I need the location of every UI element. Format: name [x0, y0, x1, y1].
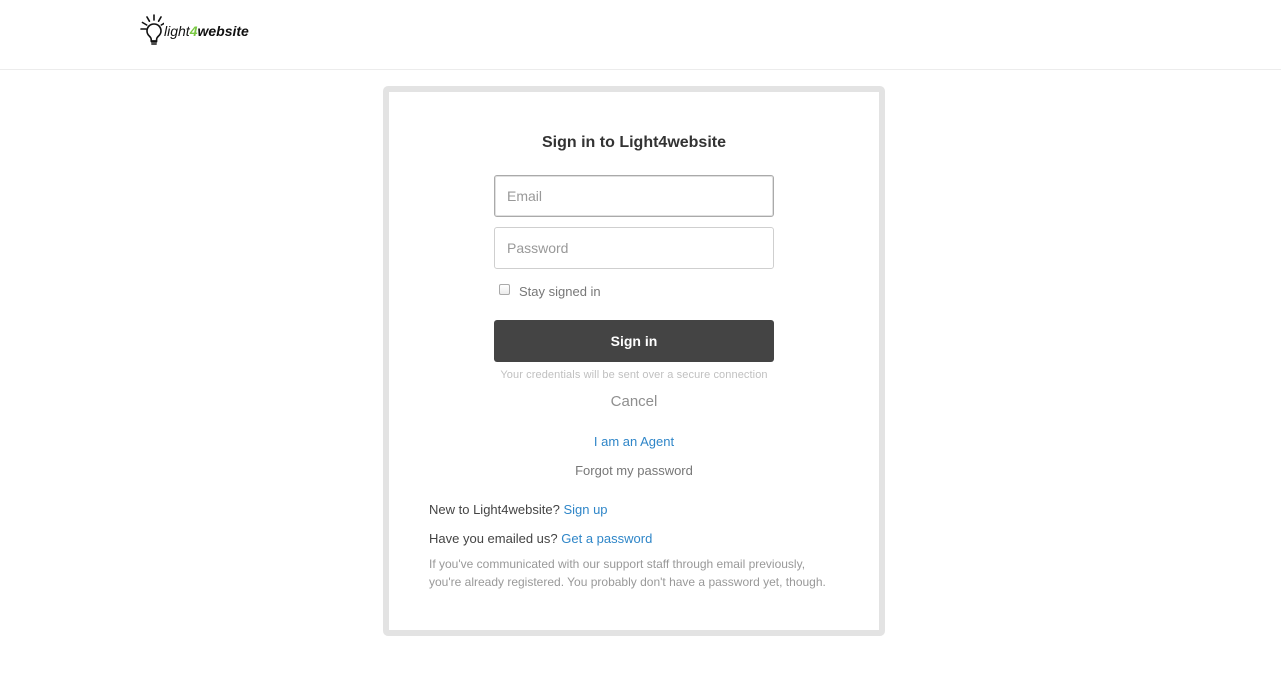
forgot-password-link[interactable]: Forgot my password	[389, 463, 879, 478]
top-header: light4website	[0, 0, 1281, 70]
agent-link[interactable]: I am an Agent	[389, 434, 879, 449]
stay-signed-in-control[interactable]: Stay signed in	[499, 281, 601, 301]
new-user-text: New to Light4website?	[429, 502, 560, 517]
cancel-link[interactable]: Cancel	[389, 393, 879, 410]
sign-up-link[interactable]: Sign up	[563, 502, 607, 517]
stay-signed-in-label: Stay signed in	[519, 283, 601, 299]
emailed-us-row: Have you emailed us? Get a password	[429, 531, 652, 546]
sign-in-button[interactable]: Sign in	[494, 320, 774, 362]
login-card: Sign in to Light4website Stay signed in …	[383, 86, 885, 636]
new-user-row: New to Light4website? Sign up	[429, 502, 608, 517]
password-field[interactable]	[494, 227, 774, 269]
login-title: Sign in to Light4website	[542, 134, 726, 151]
lightbulb-icon	[140, 14, 164, 45]
logo-light-text: light	[164, 23, 190, 39]
stay-signed-in-checkbox[interactable]	[499, 283, 510, 295]
get-password-link[interactable]: Get a password	[561, 531, 652, 546]
logo-text: light4website	[164, 21, 249, 41]
site-logo[interactable]: light4website	[140, 13, 249, 47]
email-field[interactable]	[494, 175, 774, 217]
secure-connection-note: Your credentials will be sent over a sec…	[500, 369, 768, 381]
emailed-us-text: Have you emailed us?	[429, 531, 558, 546]
help-text-line-2: you're already registered. You probably …	[429, 575, 826, 589]
help-text-line-1: If you've communicated with our support …	[429, 557, 806, 571]
registration-help-text: If you've communicated with our support …	[429, 555, 849, 591]
logo-website-text: website	[197, 23, 249, 39]
